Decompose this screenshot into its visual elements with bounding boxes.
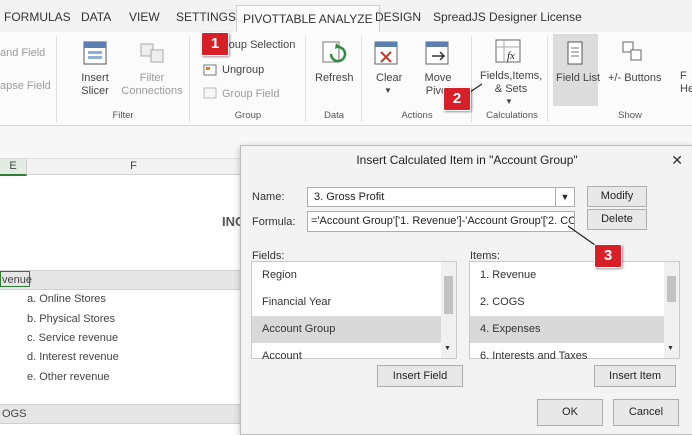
callout-badge-2: 2 — [443, 87, 471, 111]
callout-badge-3: 3 — [594, 244, 622, 268]
annotation-pointers — [469, 83, 596, 246]
callout-badge-1: 1 — [201, 32, 229, 56]
